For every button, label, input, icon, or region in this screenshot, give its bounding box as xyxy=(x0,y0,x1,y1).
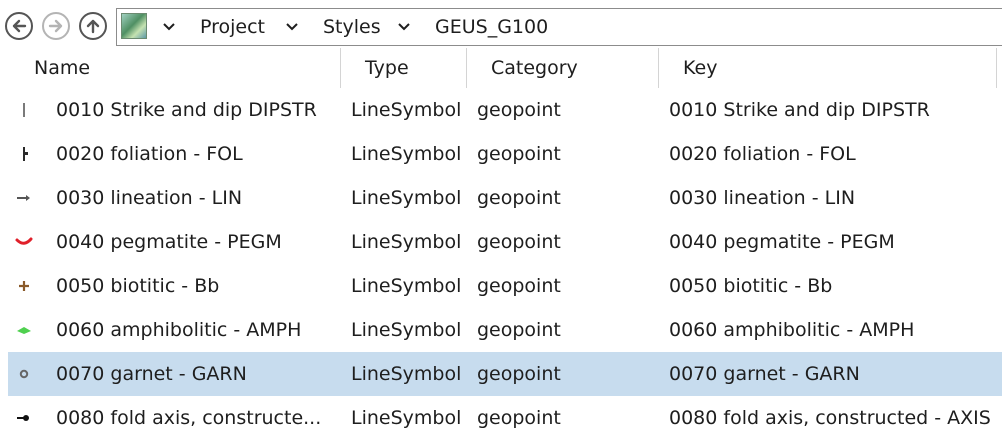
type-cell: LineSymbol xyxy=(351,187,462,209)
name-cell: 0080 fold axis, constructe... xyxy=(56,407,322,429)
list-item[interactable]: 0020 foliation - FOL LineSymbol geopoint… xyxy=(8,132,1002,176)
up-arrow-icon xyxy=(86,19,100,34)
biotitic-symbol-icon xyxy=(19,281,29,291)
type-cell: LineSymbol xyxy=(351,275,462,297)
key-cell: 0040 pegmatite - PEGM xyxy=(669,231,895,253)
back-button[interactable] xyxy=(5,12,33,40)
up-button[interactable] xyxy=(79,12,107,40)
category-cell: geopoint xyxy=(477,99,561,121)
type-cell: LineSymbol xyxy=(351,99,462,121)
column-divider[interactable] xyxy=(340,48,341,88)
column-header-key[interactable]: Key xyxy=(683,48,717,88)
navigation-bar: Project Styles GEUS_G100 xyxy=(0,0,1002,54)
list-item[interactable]: 0060 amphibolitic - AMPH LineSymbol geop… xyxy=(8,308,1002,352)
type-cell: LineSymbol xyxy=(351,363,462,385)
key-cell: 0030 lineation - LIN xyxy=(669,187,856,209)
key-cell: 0060 amphibolitic - AMPH xyxy=(669,319,915,341)
category-cell: geopoint xyxy=(477,187,561,209)
name-cell: 0010 Strike and dip DIPSTR xyxy=(56,99,317,121)
column-divider[interactable] xyxy=(658,48,659,88)
list-item[interactable]: 0010 Strike and dip DIPSTR LineSymbol ge… xyxy=(8,88,1002,132)
list-item[interactable]: 0080 fold axis, constructe... LineSymbol… xyxy=(8,396,1002,440)
strike-dip-symbol-icon xyxy=(23,103,25,117)
key-cell: 0080 fold axis, constructed - AXIS xyxy=(669,407,991,429)
type-cell: LineSymbol xyxy=(351,231,462,253)
chevron-down-icon[interactable] xyxy=(161,19,177,35)
type-cell: LineSymbol xyxy=(351,319,462,341)
category-cell: geopoint xyxy=(477,231,561,253)
name-cell: 0050 biotitic - Bb xyxy=(56,275,220,297)
name-cell: 0030 lineation - LIN xyxy=(56,187,243,209)
key-cell: 0010 Strike and dip DIPSTR xyxy=(669,99,930,121)
type-cell: LineSymbol xyxy=(351,143,462,165)
forward-button[interactable] xyxy=(42,12,70,40)
column-divider[interactable] xyxy=(996,48,997,88)
category-cell: geopoint xyxy=(477,275,561,297)
address-bar[interactable]: Project Styles GEUS_G100 xyxy=(116,8,1002,46)
column-header-name[interactable]: Name xyxy=(34,48,90,88)
garnet-symbol-icon xyxy=(19,369,29,379)
list-item[interactable]: 0050 biotitic - Bb LineSymbol geopoint 0… xyxy=(8,264,1002,308)
foliation-symbol-icon xyxy=(23,147,28,161)
type-cell: LineSymbol xyxy=(351,407,462,429)
breadcrumb-styles[interactable]: Styles xyxy=(323,9,381,45)
key-cell: 0050 biotitic - Bb xyxy=(669,275,833,297)
key-cell: 0020 foliation - FOL xyxy=(669,143,856,165)
fold-axis-symbol-icon xyxy=(17,415,29,421)
column-header-category[interactable]: Category xyxy=(491,48,578,88)
name-cell: 0040 pegmatite - PEGM xyxy=(56,231,282,253)
chevron-down-icon[interactable] xyxy=(284,19,300,35)
column-header-type[interactable]: Type xyxy=(365,48,409,88)
chevron-down-icon[interactable] xyxy=(396,19,412,35)
name-cell: 0060 amphibolitic - AMPH xyxy=(56,319,302,341)
lineation-symbol-icon xyxy=(17,195,30,201)
amphibolitic-symbol-icon xyxy=(17,327,31,334)
column-header: Name Type Category Key xyxy=(0,48,1002,88)
category-cell: geopoint xyxy=(477,363,561,385)
breadcrumb-project[interactable]: Project xyxy=(200,9,265,45)
breadcrumb-geus-g100[interactable]: GEUS_G100 xyxy=(435,9,548,45)
key-cell: 0070 garnet - GARN xyxy=(669,363,860,385)
category-cell: geopoint xyxy=(477,319,561,341)
name-cell: 0020 foliation - FOL xyxy=(56,143,243,165)
pegmatite-symbol-icon xyxy=(15,237,33,245)
column-divider[interactable] xyxy=(466,48,467,88)
back-arrow-icon xyxy=(12,19,27,33)
forward-arrow-icon xyxy=(48,19,63,33)
category-cell: geopoint xyxy=(477,143,561,165)
list-item[interactable]: 0040 pegmatite - PEGM LineSymbol geopoin… xyxy=(8,220,1002,264)
category-cell: geopoint xyxy=(477,407,561,429)
list-item-selected[interactable]: 0070 garnet - GARN LineSymbol geopoint 0… xyxy=(8,352,1002,396)
list-item[interactable]: 0030 lineation - LIN LineSymbol geopoint… xyxy=(8,176,1002,220)
name-cell: 0070 garnet - GARN xyxy=(56,363,247,385)
map-project-icon xyxy=(121,13,147,39)
